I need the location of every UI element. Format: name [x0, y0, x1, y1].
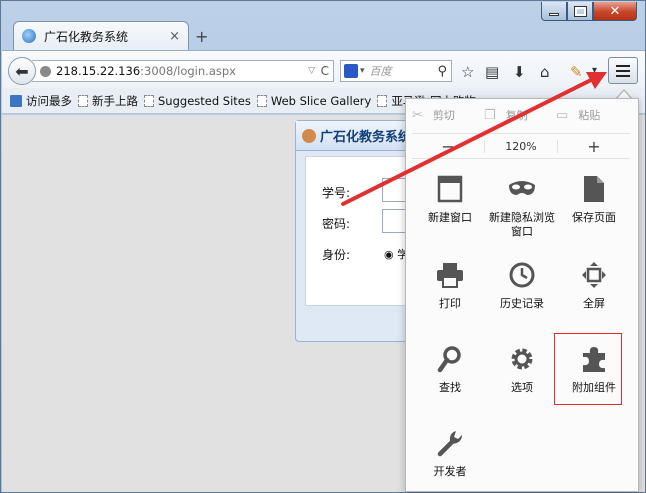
menu-fullscreen[interactable]: 全屏 — [558, 257, 630, 311]
tab-close-icon[interactable]: × — [169, 29, 180, 44]
bookmark-page-icon — [144, 94, 154, 107]
window-icon — [414, 171, 486, 207]
bookmark-page-icon — [256, 94, 267, 107]
bookmark-page-icon — [377, 94, 388, 107]
user-icon — [302, 128, 316, 143]
close-window-button[interactable]: ✕ — [593, 2, 637, 21]
bookmark-most-visited[interactable]: 访问最多 — [10, 93, 72, 109]
menu-item-label: 选项 — [511, 381, 533, 394]
password-label: 密码: — [322, 217, 351, 231]
tab-active[interactable]: 广石化教务系统 × — [13, 21, 189, 50]
back-arrow-icon: ⬅ — [15, 61, 29, 81]
menu-history[interactable]: 历史记录 — [486, 257, 558, 311]
menu-item-label: 全屏 — [583, 297, 605, 310]
download-icon[interactable]: ⬇ — [513, 63, 526, 81]
bookmark-label: 新手上路 — [92, 93, 138, 108]
search-engine-dropdown-icon[interactable]: ▾ — [360, 66, 365, 76]
maximize-button[interactable] — [567, 2, 593, 21]
menu-item-label: 查找 — [439, 381, 461, 394]
paste-icon: ▭ — [556, 107, 569, 123]
copy-icon: ❐ — [484, 107, 496, 123]
cut-label: 剪切 — [432, 109, 455, 122]
menu-save-page[interactable]: 保存页面 — [558, 171, 630, 225]
search-box[interactable]: ▾ 百度 ⚲ — [340, 60, 452, 82]
zoom-out-button[interactable]: − — [412, 137, 484, 156]
page-icon — [558, 171, 630, 207]
menu-new-private-window[interactable]: 新建隐私浏览窗口 — [486, 171, 558, 239]
zoom-in-button[interactable]: + — [558, 137, 630, 156]
paste-button[interactable]: ▭ 粘贴 — [556, 107, 628, 123]
clock-icon — [486, 257, 558, 293]
magnifier-icon — [414, 341, 486, 377]
search-engine-icon[interactable] — [344, 64, 358, 78]
tab-title: 广石化教务系统 — [44, 29, 129, 44]
bookmark-web-slice-gallery[interactable]: Web Slice Gallery — [256, 93, 372, 108]
menu-print[interactable]: 打印 — [414, 257, 486, 311]
menu-new-window[interactable]: 新建窗口 — [414, 171, 486, 225]
star-bookmark-icon[interactable]: ☆ — [461, 63, 474, 81]
url-history-dropdown-icon[interactable]: ▽ — [308, 66, 315, 76]
new-tab-button[interactable]: + — [195, 27, 208, 46]
bookmark-label: 访问最多 — [26, 93, 72, 108]
copy-label: 复制 — [505, 109, 528, 122]
reading-list-icon[interactable]: ▤ — [485, 63, 499, 81]
url-path: :3008/login.aspx — [140, 64, 236, 78]
bookmark-label: Web Slice Gallery — [270, 93, 372, 108]
url-bar[interactable]: 218.15.22.136:3008/login.aspx ▽ C — [32, 60, 334, 82]
search-icon[interactable]: ⚲ — [437, 64, 447, 79]
browser-window: ✕ 广石化教务系统 × + 218.15.22.136:3008/login.a… — [0, 0, 646, 493]
menu-find[interactable]: 查找 — [414, 341, 486, 395]
gear-icon — [486, 341, 558, 377]
main-menu-panel: ✂ 剪切 ❐ 复制 ▭ 粘贴 − 120% + 新建窗口 新建隐私浏览窗口 保存页面 … — [405, 98, 639, 492]
navigation-bar: 218.15.22.136:3008/login.aspx ▽ C ⬅ ▾ 百度… — [2, 50, 645, 88]
zoom-reset-button[interactable]: 120% — [484, 139, 558, 153]
site-favicon-icon — [22, 29, 36, 43]
home-icon[interactable]: ⌂ — [540, 63, 550, 81]
menu-item-label: 打印 — [439, 297, 461, 310]
addons-highlight-box — [554, 333, 622, 405]
menu-item-label: 新建窗口 — [428, 211, 472, 224]
bookmark-page-icon — [78, 94, 88, 107]
menu-options[interactable]: 选项 — [486, 341, 558, 395]
printer-icon — [414, 257, 486, 293]
reload-icon[interactable]: C — [321, 64, 329, 78]
window-caption-buttons: ✕ — [541, 2, 637, 22]
bookmark-getting-started[interactable]: 新手上路 — [78, 93, 138, 109]
menu-item-label: 保存页面 — [572, 211, 616, 224]
minimize-button[interactable] — [541, 2, 567, 21]
globe-icon — [40, 65, 51, 77]
bookmark-folder-icon — [10, 94, 22, 107]
extension-icon[interactable]: ✎ — [570, 63, 583, 81]
mask-icon — [486, 171, 558, 207]
scissors-icon: ✂ — [412, 107, 423, 123]
menu-item-label: 历史记录 — [500, 297, 544, 310]
bookmark-suggested-sites[interactable]: Suggested Sites — [144, 94, 251, 108]
open-menu-button[interactable] — [608, 57, 638, 84]
cut-button[interactable]: ✂ 剪切 — [412, 107, 484, 123]
search-placeholder: 百度 — [369, 65, 392, 78]
student-id-label: 学号: — [322, 186, 351, 200]
extension-dropdown-icon[interactable]: ▾ — [592, 65, 597, 76]
copy-button[interactable]: ❐ 复制 — [484, 107, 556, 123]
wrench-icon — [414, 425, 486, 461]
menu-item-label: 新建隐私浏览窗口 — [489, 211, 555, 238]
edit-controls: ✂ 剪切 ❐ 复制 ▭ 粘贴 — [412, 104, 630, 126]
menu-item-label: 开发者 — [433, 465, 467, 478]
fullscreen-icon — [558, 257, 630, 293]
paste-label: 粘贴 — [578, 109, 601, 122]
zoom-controls: − 120% + — [412, 133, 630, 159]
identity-label: 身份: — [322, 248, 351, 262]
url-host: 218.15.22.136 — [56, 64, 141, 78]
back-button[interactable]: ⬅ — [8, 57, 36, 85]
menu-developer[interactable]: 开发者 — [414, 425, 486, 479]
bookmark-label: Suggested Sites — [158, 93, 251, 108]
